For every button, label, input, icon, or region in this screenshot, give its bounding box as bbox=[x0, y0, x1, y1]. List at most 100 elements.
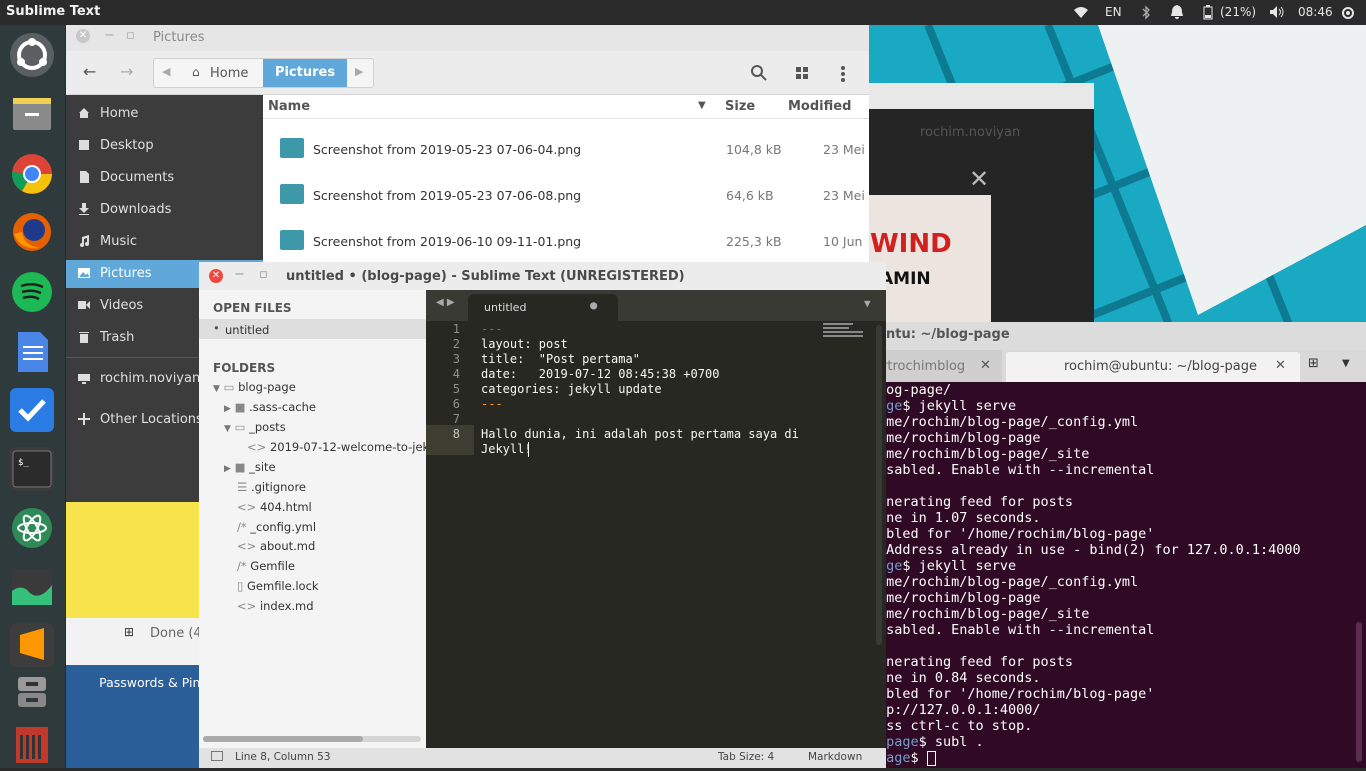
column-size[interactable]: Size bbox=[725, 99, 755, 114]
terminal-output[interactable]: log-page/ age$ jekyll serve ome/rochim/b… bbox=[868, 382, 1366, 768]
tree-item[interactable]: <> about.md bbox=[237, 539, 315, 559]
column-name[interactable]: Name bbox=[268, 99, 310, 114]
sort-arrow-icon[interactable]: ▼ bbox=[698, 100, 706, 111]
sublime-maximize-button[interactable]: ▫ bbox=[259, 267, 268, 282]
tab-nav-icon[interactable]: ◀ ▶ bbox=[436, 297, 455, 308]
todo-icon[interactable] bbox=[10, 388, 54, 432]
sublime-icon[interactable] bbox=[10, 623, 54, 667]
code-area[interactable]: 1 --- 2 layout: post 3 title: "Post pert… bbox=[426, 321, 886, 748]
path-left-icon[interactable]: ◀ bbox=[162, 65, 170, 78]
tree-item[interactable]: ▼ ▭ _posts bbox=[224, 420, 286, 440]
search-icon[interactable] bbox=[751, 65, 767, 81]
minimap[interactable] bbox=[823, 323, 865, 341]
editor-scrollbar[interactable] bbox=[876, 325, 882, 645]
terminal-tab-1[interactable]: rtrochimblog ✕ bbox=[868, 350, 1002, 382]
terminal-window: ntu: ~/blog-page rtrochimblog ✕ rochim@u… bbox=[868, 322, 1366, 768]
battery-percentage[interactable]: (21%) bbox=[1220, 5, 1256, 19]
tree-item[interactable]: ☰ .gitignore bbox=[237, 480, 306, 500]
system-monitor-icon[interactable] bbox=[10, 565, 54, 609]
spotify-icon[interactable] bbox=[10, 270, 54, 314]
battery-icon[interactable] bbox=[1203, 5, 1213, 20]
sublime-close-button[interactable]: ✕ bbox=[209, 269, 223, 283]
tree-item[interactable]: <> 404.html bbox=[237, 500, 312, 520]
path-home-button[interactable]: Home bbox=[210, 66, 248, 81]
terminal-tab-2[interactable]: rochim@ubuntu: ~/blog-page ✕ bbox=[1006, 352, 1300, 382]
terminal-line: abled for '/home/rochim/blog-page' bbox=[878, 526, 1154, 542]
file-size: 64,6 kB bbox=[726, 188, 774, 203]
browser-titlebar bbox=[868, 83, 1094, 109]
file-row[interactable]: Screenshot from 2019-05-23 07-06-08.png 6… bbox=[263, 172, 869, 218]
tree-item[interactable]: /* Gemfile bbox=[237, 559, 295, 579]
files-icon[interactable] bbox=[10, 92, 54, 136]
file-modified: 23 Mei bbox=[823, 188, 865, 203]
sidebar-scroll-thumb[interactable] bbox=[203, 736, 363, 742]
image-file-icon bbox=[280, 184, 304, 204]
panel-toggle-icon[interactable] bbox=[211, 751, 223, 761]
sidebar-item-home[interactable]: Home bbox=[66, 100, 263, 128]
files-maximize-button[interactable]: ▫ bbox=[126, 28, 135, 43]
plus-box-icon[interactable]: ⊞ bbox=[124, 625, 134, 639]
terminal-icon[interactable]: $_ bbox=[10, 447, 54, 491]
tree-item[interactable]: ▶ ■ .sass-cache bbox=[224, 400, 316, 420]
close-icon[interactable]: ✕ bbox=[969, 165, 989, 193]
folder-open-icon: ▭ bbox=[223, 380, 235, 394]
volume-icon[interactable] bbox=[1269, 5, 1285, 19]
tree-item[interactable]: <> 2019-07-12-welcome-to-jekyll bbox=[247, 440, 442, 460]
clock[interactable]: 08:46 bbox=[1298, 5, 1333, 19]
unsaved-dot-icon[interactable]: ● bbox=[590, 298, 597, 312]
open-file-item[interactable]: • untitled bbox=[199, 319, 426, 339]
tree-item[interactable]: <> index.md bbox=[237, 599, 314, 619]
power-gear-icon[interactable] bbox=[1340, 5, 1356, 21]
syntax-mode[interactable]: Markdown bbox=[808, 751, 862, 763]
code-line: --- bbox=[481, 322, 503, 336]
tab-dropdown-icon[interactable]: ▼ bbox=[864, 297, 871, 310]
forward-arrow-icon[interactable]: → bbox=[120, 62, 133, 81]
editor-pane[interactable]: ◀ ▶ untitled ● ▼ 1 --- 2 layout: post 3 … bbox=[426, 290, 886, 748]
sidebar-scrollbar[interactable] bbox=[203, 736, 421, 742]
firefox-icon[interactable] bbox=[10, 210, 54, 254]
back-arrow-icon[interactable]: ← bbox=[83, 62, 96, 81]
terminal-line: enerating feed for posts bbox=[878, 494, 1073, 510]
open-file-label: untitled bbox=[225, 323, 270, 337]
atom-icon[interactable] bbox=[10, 506, 54, 550]
sidebar-item-documents[interactable]: Documents bbox=[66, 164, 263, 192]
chrome-icon[interactable] bbox=[10, 152, 54, 196]
terminal-scrollbar[interactable] bbox=[1356, 622, 1362, 762]
sidebar-item-desktop[interactable]: Desktop bbox=[66, 132, 263, 160]
tab-close-icon[interactable]: ✕ bbox=[980, 358, 991, 373]
wifi-icon[interactable] bbox=[1073, 5, 1089, 19]
notification-bell-icon[interactable] bbox=[1170, 4, 1184, 20]
tab-close-icon[interactable]: ✕ bbox=[1275, 358, 1286, 373]
file-row[interactable]: Screenshot from 2019-05-23 07-06-04.png 1… bbox=[263, 126, 869, 172]
path-right-icon[interactable]: ▶ bbox=[355, 65, 363, 78]
column-modified[interactable]: Modified bbox=[788, 99, 851, 114]
sublime-minimize-button[interactable]: − bbox=[234, 267, 245, 282]
terminal-line: age$ jekyll serve bbox=[878, 398, 1016, 414]
menu-kebab-icon[interactable] bbox=[840, 65, 846, 83]
path-current-button[interactable]: Pictures bbox=[263, 59, 347, 87]
sidebar-item-music[interactable]: Music bbox=[66, 228, 263, 256]
tree-item[interactable]: ▶ ■ _site bbox=[224, 460, 276, 480]
tree-item[interactable]: /* _config.yml bbox=[237, 520, 316, 540]
sidebar-item-downloads[interactable]: Downloads bbox=[66, 196, 263, 224]
line-number: 7 bbox=[452, 412, 460, 426]
bluetooth-icon[interactable] bbox=[1141, 5, 1151, 20]
tab-size[interactable]: Tab Size: 4 bbox=[718, 751, 774, 763]
files-close-button[interactable]: ✕ bbox=[76, 29, 90, 43]
tree-item[interactable]: ▯ Gemfile.lock bbox=[237, 579, 319, 599]
tree-item[interactable]: ▼ ▭ blog-page bbox=[213, 380, 296, 400]
tab-untitled[interactable]: untitled ● bbox=[468, 294, 618, 321]
new-tab-icon[interactable]: ⊞ bbox=[1308, 356, 1319, 371]
files-minimize-button[interactable]: − bbox=[104, 28, 115, 43]
poster-title: WIND bbox=[870, 229, 952, 259]
file-row[interactable]: Screenshot from 2019-06-10 09-11-01.png 2… bbox=[263, 218, 869, 264]
passwords-icon[interactable] bbox=[10, 673, 54, 717]
ubuntu-logo-icon[interactable] bbox=[10, 33, 54, 77]
image-file-icon bbox=[280, 138, 304, 158]
document-icon[interactable] bbox=[10, 330, 54, 374]
grid-view-icon[interactable] bbox=[795, 66, 809, 80]
network-icon bbox=[78, 374, 90, 384]
keyboard-indicator[interactable]: EN bbox=[1105, 5, 1122, 19]
tab-menu-arrow-icon[interactable]: ▼ bbox=[1342, 358, 1350, 369]
disk-icon[interactable] bbox=[10, 723, 54, 767]
